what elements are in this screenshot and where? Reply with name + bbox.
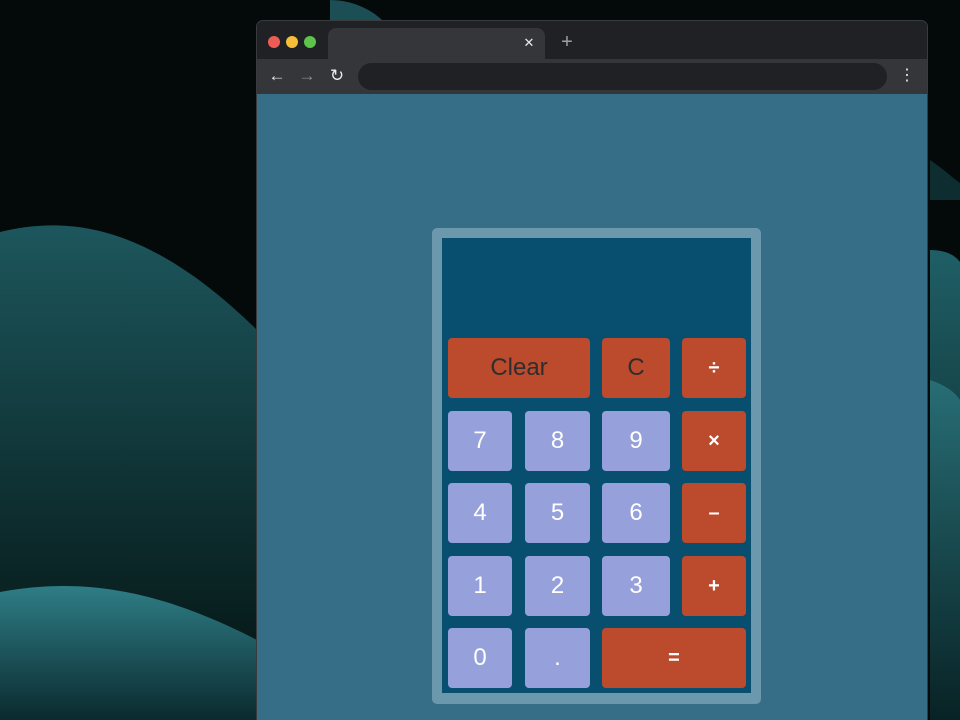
digit-5-button[interactable]: 5 [525,483,590,543]
calculator-frame: Clear C ÷ 7 8 9 × 4 5 6 – 1 2 3 + 0 . = [432,228,761,704]
subtract-button[interactable]: – [682,483,746,543]
digit-3-button[interactable]: 3 [602,556,670,616]
digit-6-button[interactable]: 6 [602,483,670,543]
calculator-body: Clear C ÷ 7 8 9 × 4 5 6 – 1 2 3 + 0 . = [442,238,751,693]
digit-1-button[interactable]: 1 [448,556,512,616]
clear-button[interactable]: Clear [448,338,590,398]
decimal-point-button[interactable]: . [525,628,590,688]
calculator-display [442,238,751,336]
divide-button[interactable]: ÷ [682,338,746,398]
digit-2-button[interactable]: 2 [525,556,590,616]
equals-button[interactable]: = [602,628,746,688]
multiply-button[interactable]: × [682,411,746,471]
browser-window: ✕ + ← → ↻ ⋮ Clear C ÷ 7 8 9 × 4 5 6 – 1 … [257,21,927,720]
page-viewport: Clear C ÷ 7 8 9 × 4 5 6 – 1 2 3 + 0 . = [257,94,927,720]
browser-toolbar: ← → ↻ ⋮ [257,59,927,94]
close-window-button[interactable] [268,36,280,48]
forward-arrow-icon[interactable]: → [295,63,319,89]
digit-0-button[interactable]: 0 [448,628,512,688]
tab-strip: ✕ + [257,21,927,59]
zoom-window-button[interactable] [304,36,316,48]
back-arrow-icon[interactable]: ← [265,63,289,89]
digit-9-button[interactable]: 9 [602,411,670,471]
digit-8-button[interactable]: 8 [525,411,590,471]
digit-4-button[interactable]: 4 [448,483,512,543]
new-tab-icon[interactable]: + [557,32,577,52]
digit-7-button[interactable]: 7 [448,411,512,471]
backspace-button[interactable]: C [602,338,670,398]
kebab-menu-icon[interactable]: ⋮ [897,63,917,89]
browser-tab[interactable]: ✕ [328,28,545,59]
minimize-window-button[interactable] [286,36,298,48]
tab-close-icon[interactable]: ✕ [521,34,537,52]
address-bar[interactable] [358,63,887,90]
reload-icon[interactable]: ↻ [325,63,349,89]
add-button[interactable]: + [682,556,746,616]
